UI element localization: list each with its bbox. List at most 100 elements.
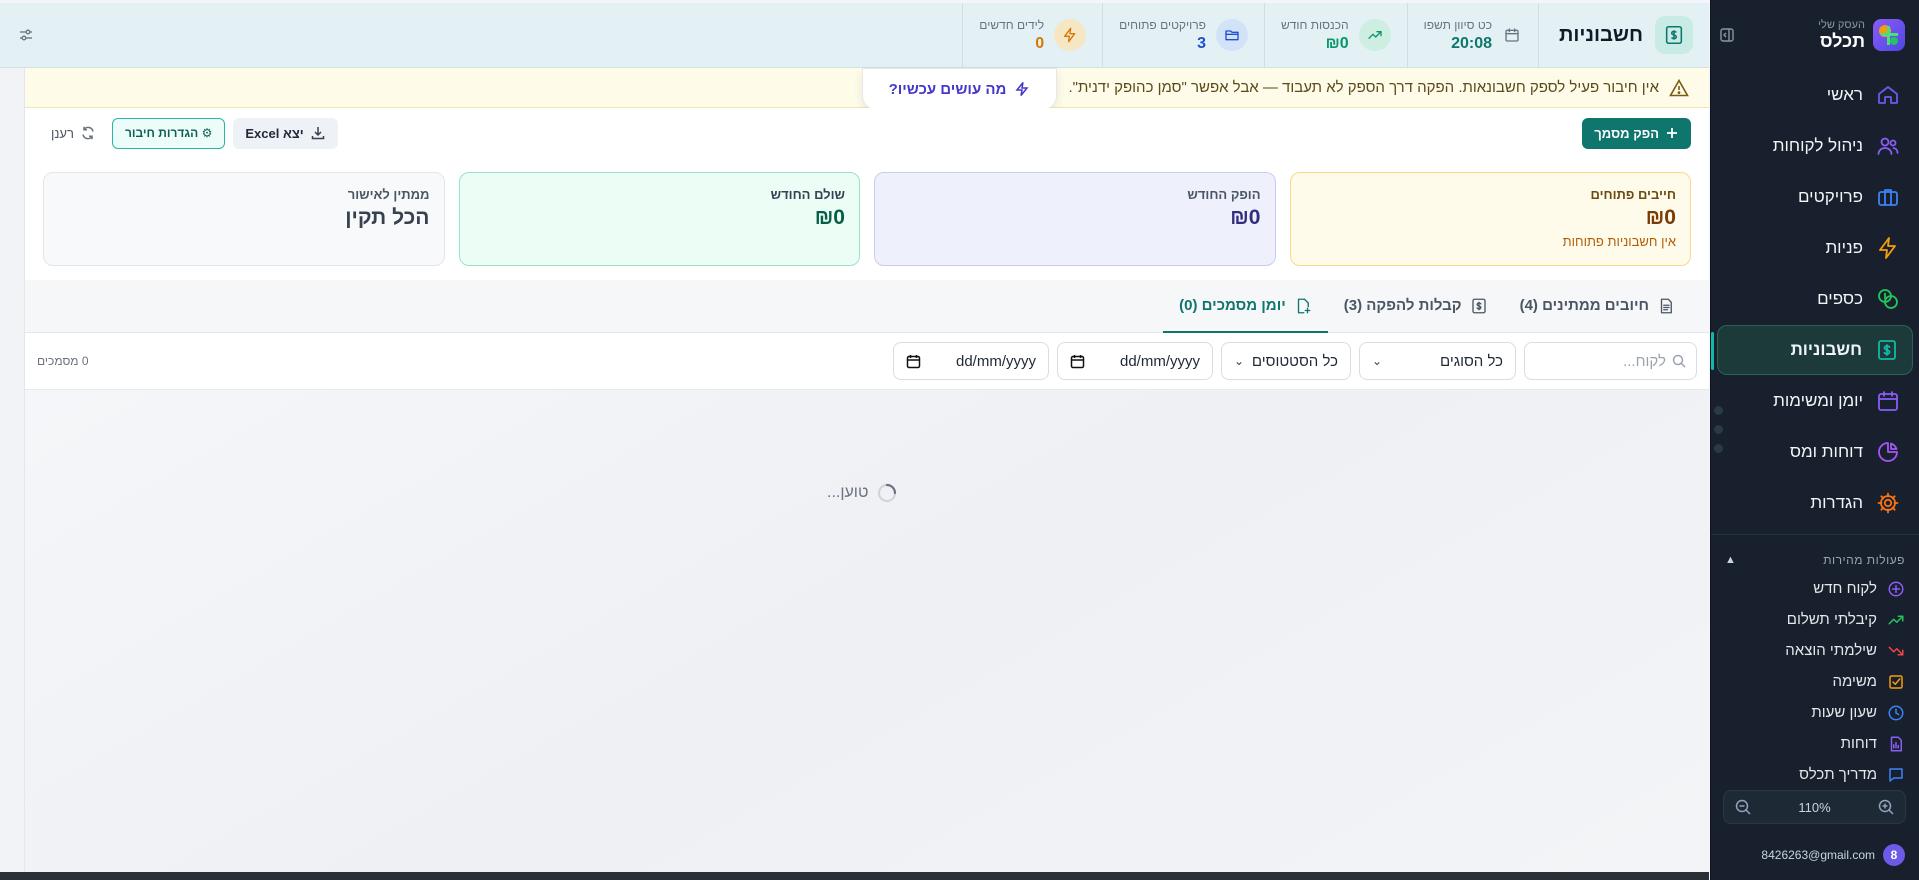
sidebar-item-gear[interactable]: הגדרות — [1717, 478, 1913, 528]
card-label: שולם החודש — [770, 187, 845, 202]
sidebar-item-briefcase[interactable]: פרויקטים — [1717, 172, 1913, 222]
quick-action-plus-circle[interactable]: לקוח חדש — [1711, 573, 1919, 604]
quick-action-trend-down[interactable]: שילמתי הוצאה — [1711, 635, 1919, 666]
type-select[interactable]: כל הסוגים ⌄ — [1359, 342, 1516, 380]
what-now-button[interactable]: מה עושים עכשיו? — [862, 68, 1057, 110]
settings-sliders-icon[interactable] — [18, 27, 34, 43]
briefcase-icon — [1875, 184, 1901, 210]
card-value: ₪0 — [814, 206, 845, 229]
user-info[interactable]: 8 8426263@gmail.com — [1719, 840, 1911, 870]
spinner-icon — [878, 483, 897, 503]
tab-label: חיובים ממתינים (4) — [1519, 297, 1649, 314]
summary-card[interactable]: שולם החודש ₪0 — [458, 172, 860, 266]
brand-logo[interactable] — [1873, 19, 1905, 51]
plus-circle-icon — [1887, 580, 1905, 598]
summary-card[interactable]: ממתין לאישור הכל תקין — [43, 172, 445, 266]
invoice-icon — [1874, 337, 1900, 363]
logo-icon — [1879, 25, 1898, 45]
stat-2: פרויקטים פתוחים 3 — [1102, 3, 1264, 67]
chevron-down-icon: ⌄ — [1372, 354, 1383, 368]
connection-settings-label: ⚙ הגדרות חיבור — [124, 126, 213, 140]
sidebar-item-calendar[interactable]: יומן ומשימות — [1717, 376, 1913, 426]
user-email: 8426263@gmail.com — [1761, 848, 1875, 862]
folder-icon — [1215, 19, 1248, 51]
plus-icon — [1667, 128, 1677, 138]
quick-action-report[interactable]: דוחות — [1711, 728, 1919, 759]
quick-action-label: דוחות — [1840, 735, 1877, 752]
warning-text: אין חיבור פעיל לספק חשבונאות. הפקה דרך ה… — [1068, 79, 1660, 96]
users-icon — [1875, 133, 1901, 159]
quick-action-clock[interactable]: שעון שעות — [1711, 697, 1919, 728]
brand: העסק שלי תכלס — [1818, 19, 1865, 51]
refresh-button[interactable]: רענן — [43, 125, 104, 141]
brand-subtitle: העסק שלי — [1818, 19, 1865, 31]
search-placeholder: לקוח... — [1623, 352, 1666, 370]
calendar-icon — [1070, 354, 1085, 368]
quick-actions-header[interactable]: פעולות מהירות ▲ — [1711, 534, 1919, 573]
refresh-label: רענן — [51, 125, 74, 141]
pie-chart-icon — [1875, 439, 1901, 465]
page-gutter — [0, 68, 25, 872]
summary-card[interactable]: חייבים פתוחים ₪0 אין חשבוניות פתוחות — [1289, 172, 1691, 266]
quick-actions-title: פעולות מהירות — [1823, 553, 1905, 567]
issue-document-button[interactable]: הפק מסמך — [1582, 117, 1691, 149]
card-subtext: אין חשבוניות פתוחות — [1562, 234, 1676, 249]
document-icon — [1657, 297, 1675, 315]
sidebar-item-invoice[interactable]: חשבוניות — [1711, 325, 1913, 375]
quick-action-label: שילמתי הוצאה — [1785, 642, 1877, 659]
warning-icon — [1669, 78, 1689, 96]
zoom-out-icon[interactable] — [1734, 798, 1752, 816]
date-to-value: dd/mm/yyyy — [1119, 352, 1200, 370]
action-row-left: יצא Excel ⚙ הגדרות חיבור רענן — [43, 117, 338, 149]
status-select[interactable]: כל הסטטוסים ⌄ — [1221, 342, 1351, 380]
sidebar-item-home[interactable]: ראשי — [1717, 70, 1913, 120]
date-from-value: dd/mm/yyyy — [955, 352, 1036, 370]
card-value: הכל תקין — [345, 206, 430, 229]
date-from-input[interactable]: dd/mm/yyyy — [893, 342, 1049, 380]
tab-1[interactable]: קבלות להפקה (3) — [1328, 279, 1504, 332]
stat-label: לידים חדשים — [979, 17, 1045, 32]
export-excel-button[interactable]: יצא Excel — [233, 117, 338, 149]
type-select-value: כל הסוגים — [1439, 352, 1503, 370]
card-value: ₪0 — [1230, 206, 1261, 229]
card-label: הופק החודש — [1187, 187, 1261, 202]
sidebar-item-lightning[interactable]: פניות — [1717, 223, 1913, 273]
card-label: חייבים פתוחים — [1590, 187, 1676, 202]
lightning-icon — [1875, 235, 1901, 261]
quick-action-trend-up[interactable]: קיבלתי תשלום — [1711, 604, 1919, 635]
tabs-bar: חיובים ממתינים (4) קבלות להפקה (3) יומן מס… — [25, 280, 1709, 333]
calendar-icon — [906, 354, 921, 368]
coins-icon — [1875, 286, 1901, 312]
tab-2[interactable]: יומן מסמכים (0) — [1163, 279, 1328, 333]
tab-label: קבלות להפקה (3) — [1343, 297, 1462, 314]
sidebar-item-pie-chart[interactable]: דוחות ומס — [1717, 427, 1913, 477]
sidebar-item-coins[interactable]: כספים — [1717, 274, 1913, 324]
quick-action-checkbox[interactable]: משימה — [1711, 666, 1919, 697]
sidebar-collapse-icon[interactable] — [1719, 27, 1735, 43]
sidebar-item-label: פרויקטים — [1797, 187, 1863, 206]
calendar-icon — [1502, 19, 1522, 51]
card-value: ₪0 — [1645, 206, 1676, 229]
connection-settings-button[interactable]: ⚙ הגדרות חיבור — [111, 117, 226, 149]
stat-label: הכנסות חודש — [1280, 17, 1349, 32]
stat-value: 3 — [1197, 34, 1206, 52]
summary-card[interactable]: הופק החודש ₪0 — [874, 172, 1276, 266]
trend-up-icon — [1358, 19, 1391, 51]
customer-search-input[interactable]: לקוח... — [1524, 342, 1697, 380]
sidebar-item-users[interactable]: ניהול לקוחות — [1717, 121, 1913, 171]
zoom-in-icon[interactable] — [1877, 798, 1895, 816]
sidebar-item-label: דוחות ומס — [1789, 442, 1863, 461]
invoice-icon — [1470, 297, 1488, 315]
tab-label: יומן מסמכים (0) — [1179, 297, 1286, 314]
issue-document-label: הפק מסמך — [1594, 125, 1659, 141]
avatar: 8 — [1883, 844, 1905, 866]
sidebar-item-label: חשבוניות — [1790, 340, 1862, 359]
lightning-icon — [1015, 82, 1029, 96]
calendar-icon — [1875, 388, 1901, 414]
date-to-input[interactable]: dd/mm/yyyy — [1057, 342, 1213, 380]
sidebar-item-label: ניהול לקוחות — [1772, 136, 1863, 155]
action-row: הפק מסמך יצא Excel ⚙ הגדרות חיבור רענן — [25, 108, 1709, 158]
report-icon — [1887, 735, 1905, 753]
tab-0[interactable]: חיובים ממתינים (4) — [1504, 279, 1691, 332]
quick-action-chat[interactable]: מדריך תכלס — [1711, 759, 1919, 790]
